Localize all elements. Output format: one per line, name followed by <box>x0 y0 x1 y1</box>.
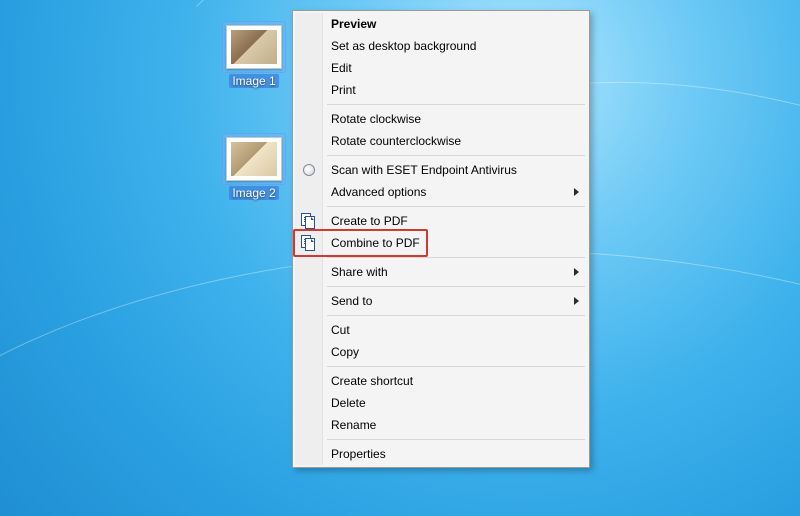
pdf-icon <box>300 212 318 230</box>
thumbnail <box>223 134 285 184</box>
menu-item-label: Edit <box>331 61 352 75</box>
menu-item-cut[interactable]: Cut <box>295 319 587 341</box>
menu-item-label: Set as desktop background <box>331 39 476 53</box>
desktop-icon-image-2[interactable]: Image 2 <box>215 134 293 200</box>
context-menu: Preview Set as desktop background Edit P… <box>292 10 590 468</box>
menu-item-label: Share with <box>331 265 388 279</box>
submenu-arrow-icon <box>574 297 579 305</box>
menu-item-send-to[interactable]: Send to <box>295 290 587 312</box>
pdf-icon <box>300 234 318 252</box>
menu-item-eset-scan[interactable]: Scan with ESET Endpoint Antivirus <box>295 159 587 181</box>
menu-item-create-shortcut[interactable]: Create shortcut <box>295 370 587 392</box>
menu-item-set-desktop-background[interactable]: Set as desktop background <box>295 35 587 57</box>
menu-item-label: Preview <box>331 17 376 31</box>
menu-item-label: Copy <box>331 345 359 359</box>
menu-item-edit[interactable]: Edit <box>295 57 587 79</box>
menu-item-label: Rotate counterclockwise <box>331 134 461 148</box>
menu-item-combine-to-pdf[interactable]: Combine to PDF <box>295 232 587 254</box>
menu-item-label: Rotate clockwise <box>331 112 421 126</box>
icon-label: Image 2 <box>229 186 278 200</box>
menu-separator <box>327 439 585 440</box>
menu-item-advanced-options[interactable]: Advanced options <box>295 181 587 203</box>
menu-item-properties[interactable]: Properties <box>295 443 587 465</box>
menu-item-label: Delete <box>331 396 366 410</box>
menu-separator <box>327 315 585 316</box>
menu-item-label: Cut <box>331 323 350 337</box>
menu-separator <box>327 155 585 156</box>
menu-item-rotate-counterclockwise[interactable]: Rotate counterclockwise <box>295 130 587 152</box>
thumbnail <box>223 22 285 72</box>
menu-separator <box>327 286 585 287</box>
menu-item-label: Send to <box>331 294 372 308</box>
menu-item-preview[interactable]: Preview <box>295 13 587 35</box>
submenu-arrow-icon <box>574 268 579 276</box>
submenu-arrow-icon <box>574 188 579 196</box>
menu-item-copy[interactable]: Copy <box>295 341 587 363</box>
menu-item-share-with[interactable]: Share with <box>295 261 587 283</box>
menu-separator <box>327 104 585 105</box>
menu-item-label: Scan with ESET Endpoint Antivirus <box>331 163 517 177</box>
menu-item-label: Advanced options <box>331 185 426 199</box>
menu-item-label: Rename <box>331 418 376 432</box>
menu-item-label: Print <box>331 83 356 97</box>
menu-item-print[interactable]: Print <box>295 79 587 101</box>
menu-item-label: Properties <box>331 447 386 461</box>
menu-item-delete[interactable]: Delete <box>295 392 587 414</box>
menu-item-label: Combine to PDF <box>331 236 420 250</box>
menu-separator <box>327 366 585 367</box>
menu-item-rotate-clockwise[interactable]: Rotate clockwise <box>295 108 587 130</box>
menu-separator <box>327 206 585 207</box>
menu-item-create-to-pdf[interactable]: Create to PDF <box>295 210 587 232</box>
menu-separator <box>327 257 585 258</box>
eset-icon <box>300 161 318 179</box>
desktop-icon-image-1[interactable]: Image 1 <box>215 22 293 88</box>
menu-item-label: Create to PDF <box>331 214 408 228</box>
menu-item-rename[interactable]: Rename <box>295 414 587 436</box>
icon-label: Image 1 <box>229 74 278 88</box>
menu-item-label: Create shortcut <box>331 374 413 388</box>
